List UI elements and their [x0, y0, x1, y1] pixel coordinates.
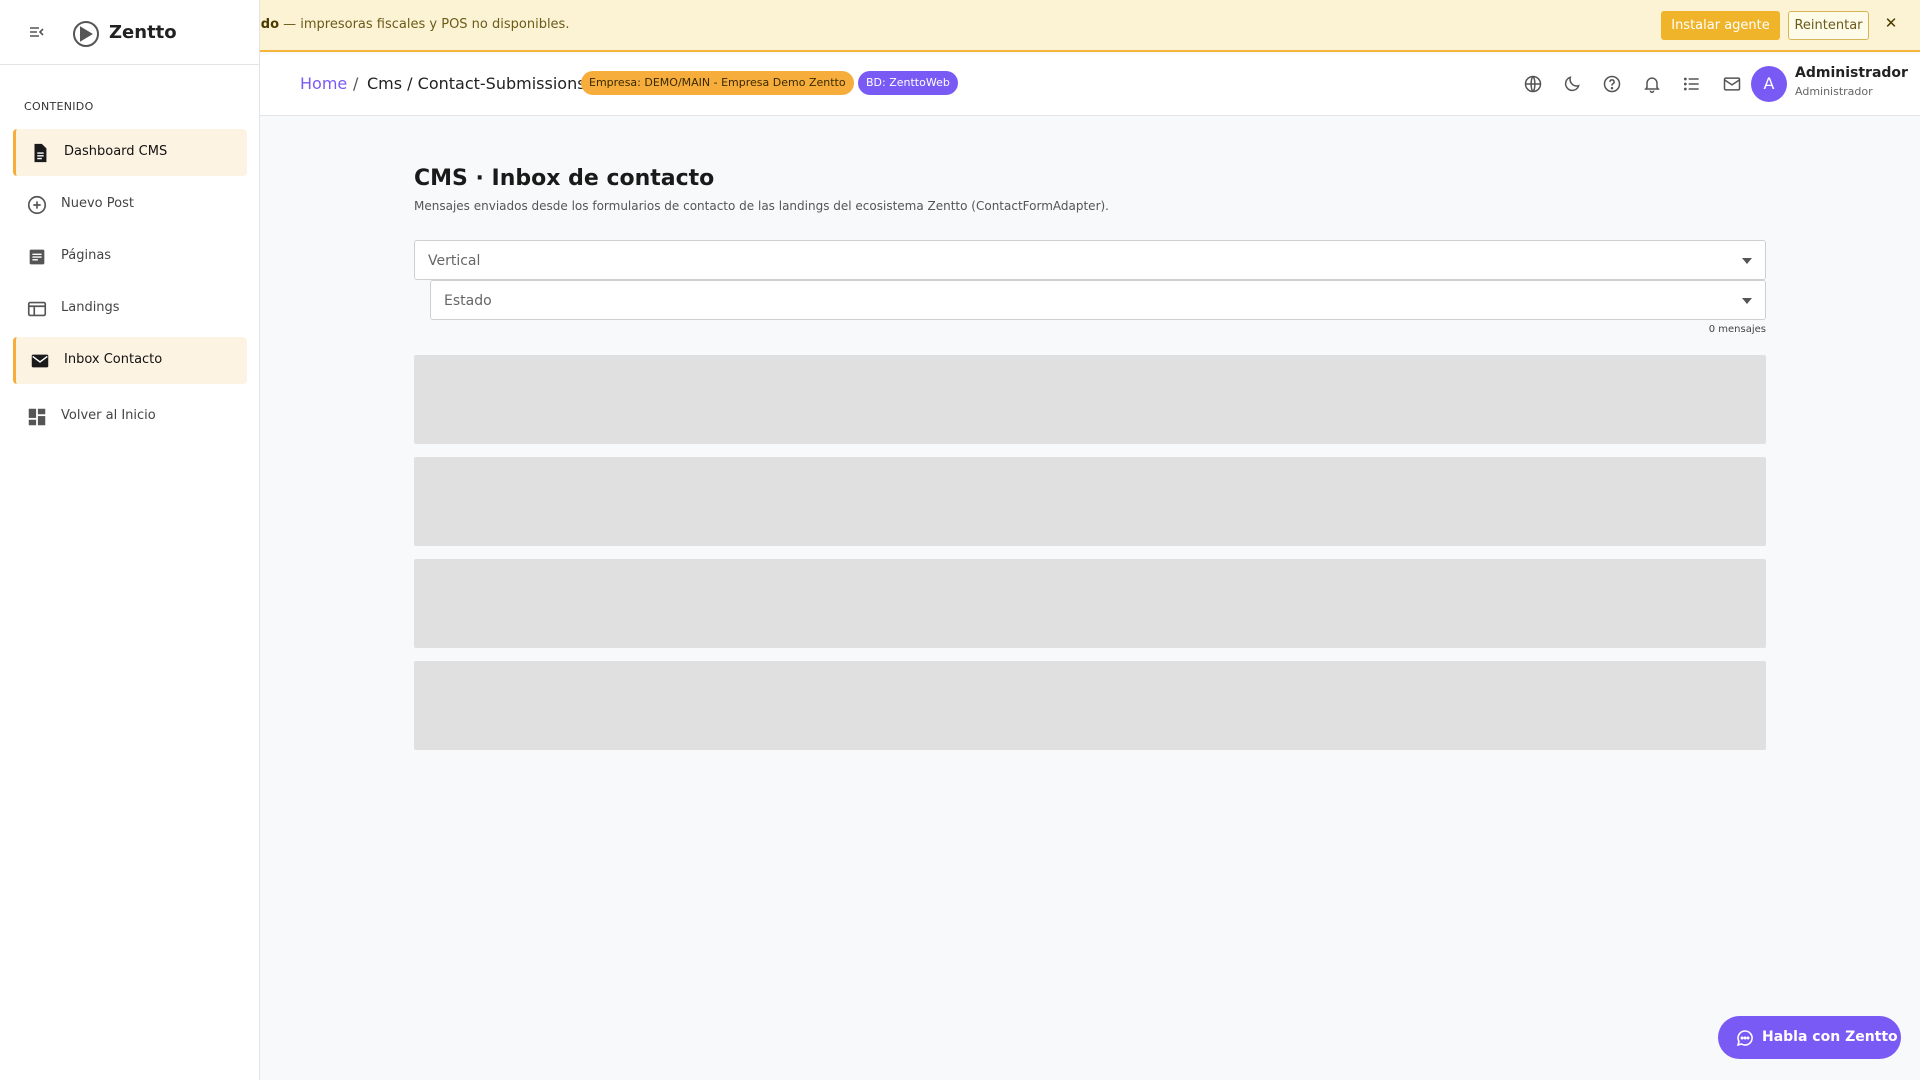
- zentto-logo-icon: [72, 20, 100, 48]
- user-role: Administrador: [1795, 85, 1873, 98]
- banner-message: ado — impresoras fiscales y POS no dispo…: [252, 17, 570, 32]
- retry-button[interactable]: Reintentar: [1788, 11, 1869, 40]
- breadcrumb-current: Cms / Contact-Submissions: [367, 74, 586, 93]
- dark-mode-icon[interactable]: [1562, 74, 1582, 94]
- chat-with-zentto-button[interactable]: Habla con Zentto: [1718, 1016, 1901, 1059]
- loading-skeleton: [414, 661, 1766, 750]
- sidebar-header: Zentto: [0, 0, 259, 65]
- loading-skeleton: [414, 355, 1766, 444]
- sidebar-item-label: Páginas: [61, 248, 112, 263]
- sidebar-item-dashboard-cms[interactable]: Dashboard CMS: [13, 129, 247, 176]
- page-subtitle: Mensajes enviados desde los formularios …: [414, 199, 1109, 213]
- avatar[interactable]: A: [1751, 66, 1787, 102]
- breadcrumb-home-link[interactable]: Home: [300, 74, 347, 93]
- loading-skeleton: [414, 559, 1766, 648]
- section-label: CONTENIDO: [24, 100, 94, 113]
- chevron-down-icon: [1742, 298, 1752, 304]
- estado-select-placeholder: Estado: [444, 293, 492, 309]
- install-agent-button[interactable]: Instalar agente: [1661, 11, 1780, 40]
- sidebar-item-volver-inicio[interactable]: Volver al Inicio: [13, 393, 247, 440]
- sidebar-item-label: Dashboard CMS: [64, 144, 168, 159]
- close-icon[interactable]: ✕: [1882, 14, 1900, 34]
- help-icon[interactable]: [1602, 74, 1622, 94]
- breadcrumb-separator: /: [353, 74, 359, 93]
- sidebar-item-label: Volver al Inicio: [61, 408, 156, 423]
- chevron-down-icon: [1742, 258, 1752, 264]
- sidebar-item-inbox-contacto[interactable]: Inbox Contacto: [13, 337, 247, 384]
- loading-skeleton: [414, 457, 1766, 546]
- brand-name: Zentto: [109, 22, 177, 43]
- web-icon: [26, 298, 48, 320]
- dashboard-icon: [26, 406, 48, 428]
- page-title: CMS · Inbox de contacto: [414, 166, 715, 191]
- mail-icon[interactable]: [1722, 74, 1742, 94]
- user-name[interactable]: Administrador: [1795, 65, 1908, 81]
- agent-warning-banner: ado — impresoras fiscales y POS no dispo…: [0, 0, 1920, 52]
- message-count: 0 mensajes: [1708, 324, 1766, 335]
- sidebar-item-label: Inbox Contacto: [64, 352, 163, 367]
- collapse-menu-icon[interactable]: [28, 23, 46, 41]
- top-header: Home / Cms / Contact-Submissions Empresa…: [260, 54, 1920, 116]
- sidebar: Zentto CONTENIDO Dashboard CMS Nuevo Pos…: [0, 0, 260, 1080]
- sidebar-item-landings[interactable]: Landings: [13, 285, 247, 332]
- mail-icon: [29, 350, 51, 372]
- article-icon: [26, 246, 48, 268]
- sidebar-item-nuevo-post[interactable]: Nuevo Post: [13, 181, 247, 228]
- sidebar-item-label: Nuevo Post: [61, 196, 134, 211]
- sidebar-item-paginas[interactable]: Páginas: [13, 233, 247, 280]
- notifications-icon[interactable]: [1642, 74, 1662, 94]
- list-icon[interactable]: [1682, 74, 1702, 94]
- empresa-chip[interactable]: Empresa: DEMO/MAIN - Empresa Demo Zentto: [581, 71, 854, 95]
- globe-icon[interactable]: [1523, 74, 1543, 94]
- vertical-select[interactable]: Vertical: [414, 240, 1766, 280]
- vertical-select-placeholder: Vertical: [428, 253, 481, 269]
- add-circle-icon: [26, 194, 48, 216]
- document-icon: [29, 142, 51, 164]
- chat-button-label: Habla con Zentto: [1762, 1029, 1898, 1045]
- sidebar-item-label: Landings: [61, 300, 120, 315]
- estado-select[interactable]: Estado: [430, 280, 1766, 320]
- chat-bubble-icon: [1736, 1029, 1754, 1047]
- database-chip[interactable]: BD: ZenttoWeb: [858, 71, 958, 95]
